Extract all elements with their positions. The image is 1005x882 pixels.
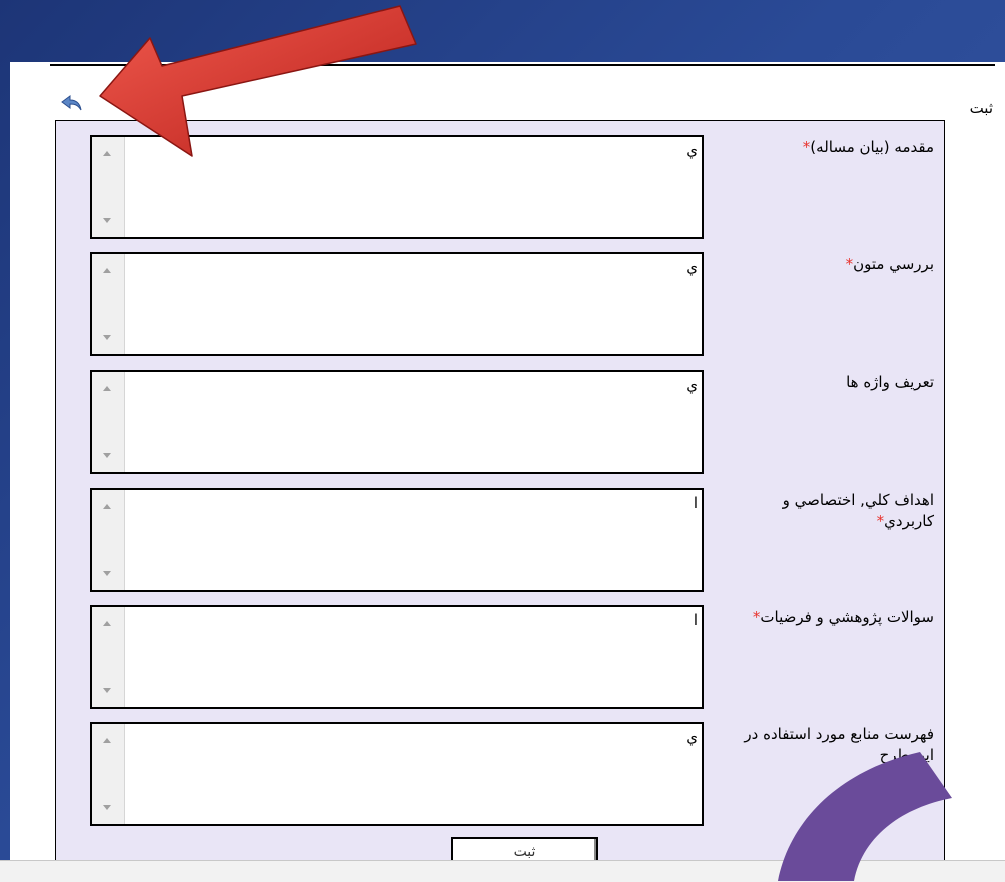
textarea-scrollbar[interactable] [92,490,125,590]
scroll-down-arrow-icon[interactable] [103,335,111,340]
textarea-value: ي [686,376,698,394]
definitions-textarea[interactable]: ي [90,370,704,474]
bottom-status-bar [0,860,1005,882]
form-row-introduction: مقدمه (بيان مساله)* ي [56,135,944,241]
research-questions-textarea[interactable]: ا [90,605,704,709]
form-row-literature-review: بررسي متون* ي [56,252,944,358]
scroll-up-arrow-icon[interactable] [103,504,111,509]
references-textarea[interactable]: ي [90,722,704,826]
form-row-definitions: تعريف واژه ها ي [56,370,944,476]
textarea-value: ي [686,258,698,276]
textarea-scrollbar[interactable] [92,137,125,237]
top-divider [50,64,995,66]
field-label: بررسي متون* [845,255,934,273]
back-arrow-icon[interactable] [60,94,84,112]
scroll-up-arrow-icon[interactable] [103,151,111,156]
introduction-textarea[interactable]: ي [90,135,704,239]
literature-review-textarea[interactable]: ي [90,252,704,356]
textarea-scrollbar[interactable] [92,254,125,354]
form-row-references: فهرست منابع مورد استفاده در اين طرح ي [56,722,944,828]
textarea-scrollbar[interactable] [92,724,125,824]
textarea-scrollbar[interactable] [92,372,125,472]
textarea-value: ا [693,494,698,512]
scroll-up-arrow-icon[interactable] [103,268,111,273]
field-label: فهرست منابع مورد استفاده در اين طرح [744,725,934,764]
field-label: تعريف واژه ها [846,373,934,391]
scroll-down-arrow-icon[interactable] [103,453,111,458]
field-label: اهداف كلي, اختصاصي و كاربردي* [782,491,934,530]
scroll-down-arrow-icon[interactable] [103,805,111,810]
textarea-value: ي [686,141,698,159]
scroll-up-arrow-icon[interactable] [103,738,111,743]
scroll-down-arrow-icon[interactable] [103,218,111,223]
form-panel: مقدمه (بيان مساله)* ي بررسي متون* ي تعري… [55,120,945,881]
textarea-value: ا [693,611,698,629]
scroll-down-arrow-icon[interactable] [103,688,111,693]
form-row-research-questions: سوالات پژوهشي و فرضيات* ا [56,605,944,711]
scroll-up-arrow-icon[interactable] [103,621,111,626]
field-label: سوالات پژوهشي و فرضيات* [752,608,934,626]
field-label: مقدمه (بيان مساله)* [802,138,934,156]
form-row-objectives: اهداف كلي, اختصاصي و كاربردي* ا [56,488,944,594]
page-title: ثبت [969,99,993,117]
scroll-down-arrow-icon[interactable] [103,571,111,576]
scroll-up-arrow-icon[interactable] [103,386,111,391]
objectives-textarea[interactable]: ا [90,488,704,592]
textarea-scrollbar[interactable] [92,607,125,707]
textarea-value: ي [686,728,698,746]
